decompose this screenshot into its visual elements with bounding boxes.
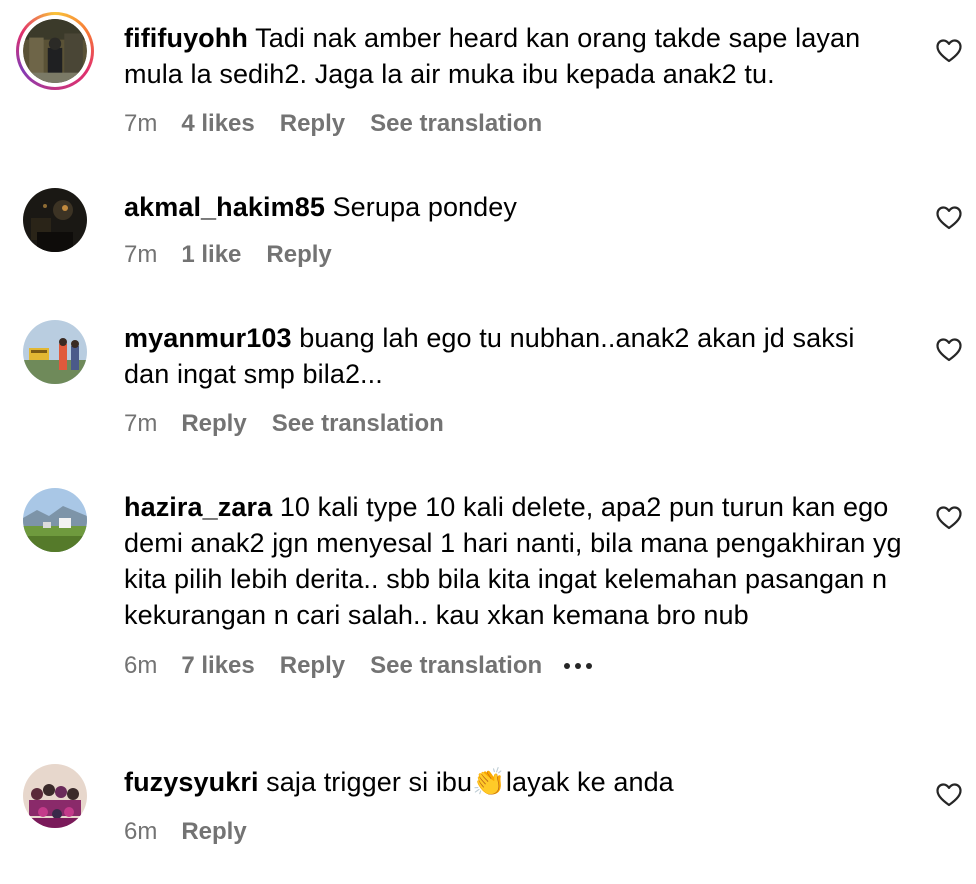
comment-meta: 7m 4 likes Reply See translation [124, 108, 904, 140]
reply-button[interactable]: Reply [266, 241, 331, 269]
comments-list: fififuyohh Tadi nak amber heard kan oran… [0, 0, 976, 884]
avatar[interactable] [23, 764, 87, 828]
comment-time[interactable]: 6m [124, 652, 157, 680]
avatar-image [23, 188, 87, 252]
comment-text: myanmur103 buang lah ego tu nubhan..anak… [124, 320, 904, 392]
avatar-image [23, 764, 87, 828]
comment-item: akmal_hakim85 Serupa pondey 7m 1 like Re… [0, 170, 976, 300]
comment-username[interactable]: akmal_hakim85 [124, 192, 325, 222]
heart-outline-icon[interactable] [936, 338, 962, 362]
heart-outline-icon[interactable] [936, 39, 962, 63]
see-translation-button[interactable]: See translation [272, 410, 444, 438]
reply-button[interactable]: Reply [181, 410, 246, 438]
comment-item: hazira_zara 10 kali type 10 kali delete,… [0, 470, 976, 745]
comment-meta: 6m 7 likes Reply See translation [124, 650, 904, 682]
story-ring [19, 15, 91, 87]
comment-text: akmal_hakim85 Serupa pondey [124, 189, 904, 225]
avatar[interactable] [16, 12, 94, 90]
avatar-image [23, 19, 87, 83]
comment-username[interactable]: myanmur103 [124, 323, 292, 353]
ellipsis-icon[interactable] [564, 663, 593, 669]
comment-username[interactable]: fuzysyukri [124, 767, 259, 797]
comment-meta: 7m 1 like Reply [124, 239, 904, 271]
reply-button[interactable]: Reply [280, 652, 345, 680]
comment-likes[interactable]: 1 like [181, 241, 241, 269]
comment-text: fuzysyukri saja trigger si ibu👏layak ke … [124, 764, 904, 800]
comment-item: fififuyohh Tadi nak amber heard kan oran… [0, 0, 976, 170]
comment-likes[interactable]: 4 likes [181, 110, 254, 138]
see-translation-button[interactable]: See translation [370, 110, 542, 138]
comment-meta: 6m Reply [124, 816, 904, 848]
see-translation-button[interactable]: See translation [370, 652, 542, 680]
avatar[interactable] [23, 320, 87, 384]
reply-button[interactable]: Reply [181, 818, 246, 846]
avatar[interactable] [23, 188, 87, 252]
comment-time[interactable]: 7m [124, 110, 157, 138]
comment-time[interactable]: 7m [124, 241, 157, 269]
comment-item: fuzysyukri saja trigger si ibu👏layak ke … [0, 745, 976, 884]
heart-outline-icon[interactable] [936, 206, 962, 230]
comment-time[interactable]: 7m [124, 410, 157, 438]
comment-time[interactable]: 6m [124, 818, 157, 846]
comment-username[interactable]: hazira_zara [124, 492, 272, 522]
comment-body: Serupa pondey [332, 192, 518, 222]
avatar-image [23, 488, 87, 552]
comment-username[interactable]: fififuyohh [124, 23, 248, 53]
reply-button[interactable]: Reply [280, 110, 345, 138]
comment-likes[interactable]: 7 likes [181, 652, 254, 680]
comment-meta: 7m Reply See translation [124, 408, 904, 440]
heart-outline-icon[interactable] [936, 506, 962, 530]
avatar[interactable] [23, 488, 87, 552]
comment-text: hazira_zara 10 kali type 10 kali delete,… [124, 489, 904, 633]
avatar-image [23, 320, 87, 384]
comment-item: myanmur103 buang lah ego tu nubhan..anak… [0, 300, 976, 470]
comment-text: fififuyohh Tadi nak amber heard kan oran… [124, 20, 904, 92]
comment-body: saja trigger si ibu👏layak ke anda [266, 767, 674, 797]
heart-outline-icon[interactable] [936, 783, 962, 807]
